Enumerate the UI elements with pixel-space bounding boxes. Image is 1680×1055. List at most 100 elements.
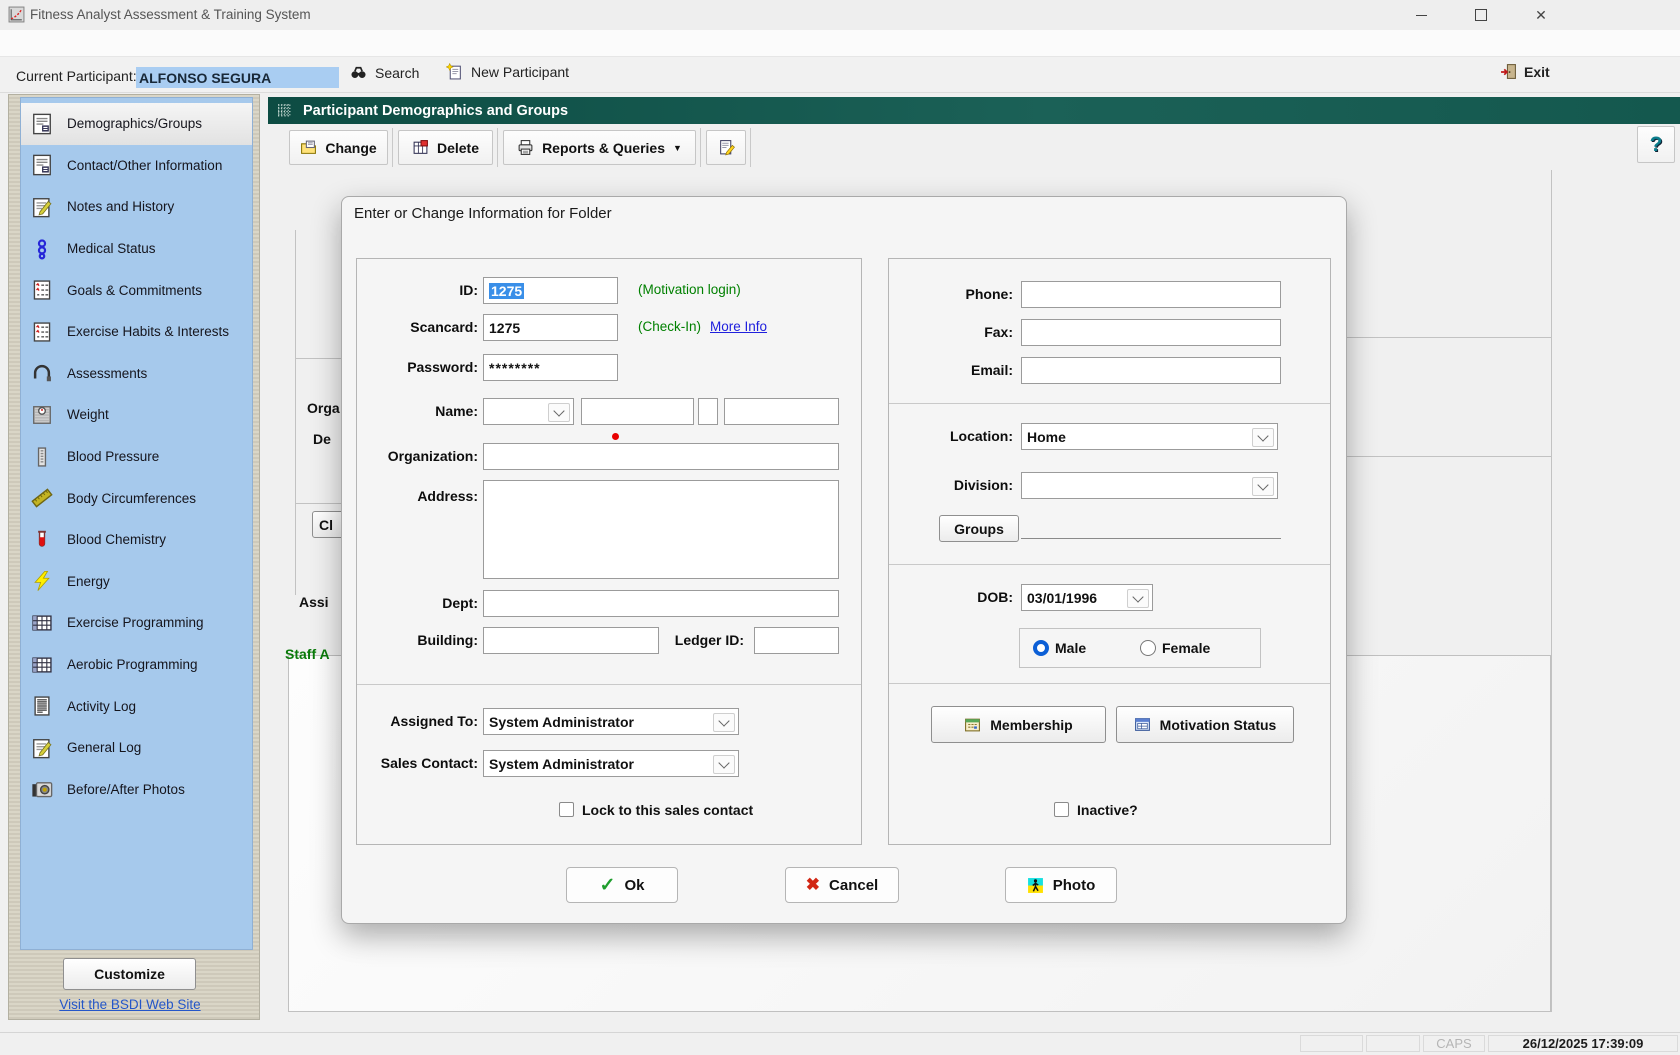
close-button[interactable]: ✕ xyxy=(1518,0,1564,30)
sales-contact-select[interactable]: System Administrator xyxy=(483,750,739,777)
assigned-to-select[interactable]: System Administrator xyxy=(483,708,739,735)
membership-button[interactable]: Membership xyxy=(931,706,1106,743)
current-participant-label: Current Participant: xyxy=(16,68,137,84)
exit-button[interactable]: Exit xyxy=(1500,63,1550,80)
phone-input[interactable] xyxy=(1021,281,1281,308)
background-label-fragment: De xyxy=(313,431,331,447)
current-participant-field[interactable]: ALFONSO SEGURA xyxy=(136,67,339,88)
female-radio[interactable] xyxy=(1140,640,1156,656)
sidebar-item-label: Contact/Other Information xyxy=(67,158,222,173)
change-button[interactable]: Change xyxy=(289,130,388,165)
sidebar-item-blood-pressure[interactable]: Blood Pressure xyxy=(21,436,252,478)
help-button[interactable]: ? xyxy=(1637,126,1675,163)
sidebar-item-label: Exercise Programming xyxy=(67,615,204,630)
groups-label: Groups xyxy=(954,521,1004,537)
ledger-id-input[interactable] xyxy=(754,627,839,654)
organization-input[interactable] xyxy=(483,443,839,470)
maximize-button[interactable] xyxy=(1458,0,1504,30)
middle-initial-input[interactable] xyxy=(698,398,718,425)
groups-button[interactable]: Groups xyxy=(939,515,1019,542)
building-input[interactable] xyxy=(483,627,659,654)
location-select[interactable]: Home xyxy=(1021,423,1278,450)
id-value: 1275 xyxy=(489,283,524,299)
background-box-edge xyxy=(295,230,296,595)
dob-label: DOB: xyxy=(883,589,1013,605)
reports-queries-button[interactable]: Reports & Queries ▼ xyxy=(503,130,696,165)
new-participant-button[interactable]: New Participant xyxy=(446,63,569,80)
division-select[interactable] xyxy=(1021,472,1278,499)
cancel-label: Cancel xyxy=(829,877,878,894)
sidebar-item-notes-and-history[interactable]: Notes and History xyxy=(21,186,252,228)
status-window-icon xyxy=(1134,716,1151,733)
scancard-label: Scancard: xyxy=(348,319,478,335)
panel-title: Participant Demographics and Groups xyxy=(303,103,568,119)
headphones-icon xyxy=(31,362,53,384)
toolbar-separator xyxy=(750,128,751,167)
background-box-edge xyxy=(295,358,341,359)
name-title-select[interactable] xyxy=(483,398,574,425)
ok-button[interactable]: ✓ Ok xyxy=(566,867,678,903)
minimize-button[interactable] xyxy=(1398,0,1444,30)
inactive-checkbox[interactable] xyxy=(1054,802,1069,817)
sidebar-item-aerobic-programming[interactable]: Aerobic Programming xyxy=(21,644,252,686)
sidebar-item-before-after-photos[interactable]: Before/After Photos xyxy=(21,769,252,811)
address-textarea[interactable] xyxy=(483,480,839,579)
location-value: Home xyxy=(1027,429,1066,445)
reports-queries-label: Reports & Queries xyxy=(542,140,665,156)
delete-button[interactable]: Delete xyxy=(398,130,493,165)
fax-label: Fax: xyxy=(883,324,1013,340)
sidebar-item-general-log[interactable]: General Log xyxy=(21,727,252,769)
motivation-status-button[interactable]: Motivation Status xyxy=(1116,706,1294,743)
sidebar-item-weight[interactable]: Weight xyxy=(21,394,252,436)
group-divider xyxy=(889,403,1330,404)
new-participant-icon xyxy=(446,63,463,80)
assigned-to-label: Assigned To: xyxy=(348,713,478,729)
first-name-input[interactable] xyxy=(581,398,694,425)
table-icon xyxy=(31,654,53,676)
sidebar-item-body-circumferences[interactable]: Body Circumferences xyxy=(21,477,252,519)
email-input[interactable] xyxy=(1021,357,1281,384)
print-setup-button[interactable] xyxy=(706,130,746,165)
photo-button[interactable]: Photo xyxy=(1005,867,1117,903)
fax-input[interactable] xyxy=(1021,319,1281,346)
dob-select[interactable]: 03/01/1996 xyxy=(1021,584,1153,611)
dept-input[interactable] xyxy=(483,590,839,617)
sidebar-item-contact-other-information[interactable]: Contact/Other Information xyxy=(21,145,252,187)
customize-button[interactable]: Customize xyxy=(63,958,196,990)
background-box-edge xyxy=(1345,337,1551,338)
chevron-down-icon xyxy=(1252,428,1274,447)
male-radio[interactable] xyxy=(1033,640,1049,656)
sidebar-item-label: Body Circumferences xyxy=(67,491,196,506)
walking-person-icon xyxy=(1027,877,1044,894)
sidebar-item-demographics-groups[interactable]: Demographics/Groups xyxy=(21,103,252,145)
background-box-edge xyxy=(295,503,341,504)
exit-label: Exit xyxy=(1524,64,1550,80)
sidebar-item-goals-commitments[interactable]: Goals & Commitments xyxy=(21,269,252,311)
sidebar-item-assessments[interactable]: Assessments xyxy=(21,353,252,395)
password-input[interactable]: ******** xyxy=(483,354,618,381)
scancard-input[interactable]: 1275 xyxy=(483,314,618,341)
sidebar-item-exercise-habits-interests[interactable]: Exercise Habits & Interests xyxy=(21,311,252,353)
sidebar-item-energy[interactable]: Energy xyxy=(21,561,252,603)
cancel-button[interactable]: ✖ Cancel xyxy=(785,867,899,903)
id-input[interactable]: 1275 xyxy=(483,277,618,304)
lock-sales-contact-checkbox[interactable] xyxy=(559,802,574,817)
calendar-icon xyxy=(964,716,981,733)
menu-bar: Participants Staff Configure Group/Class… xyxy=(0,30,1680,57)
chevron-down-icon xyxy=(1252,477,1274,496)
assigned-to-value: System Administrator xyxy=(489,714,634,730)
bsdi-web-link[interactable]: Visit the BSDI Web Site xyxy=(40,996,220,1014)
scancard-value: 1275 xyxy=(489,320,520,336)
search-button[interactable]: Search xyxy=(350,64,419,81)
sidebar-item-blood-chemistry[interactable]: Blood Chemistry xyxy=(21,519,252,561)
last-name-input[interactable] xyxy=(724,398,839,425)
maximize-icon xyxy=(1475,9,1487,21)
more-info-link[interactable]: More Info xyxy=(710,319,767,334)
sidebar-item-activity-log[interactable]: Activity Log xyxy=(21,685,252,727)
delete-table-icon xyxy=(412,139,429,156)
background-box-edge xyxy=(1345,456,1551,457)
sidebar-item-exercise-programming[interactable]: Exercise Programming xyxy=(21,602,252,644)
sidebar-item-medical-status[interactable]: Medical Status xyxy=(21,228,252,270)
male-label: Male xyxy=(1055,640,1086,656)
test-tube-icon xyxy=(31,529,53,551)
